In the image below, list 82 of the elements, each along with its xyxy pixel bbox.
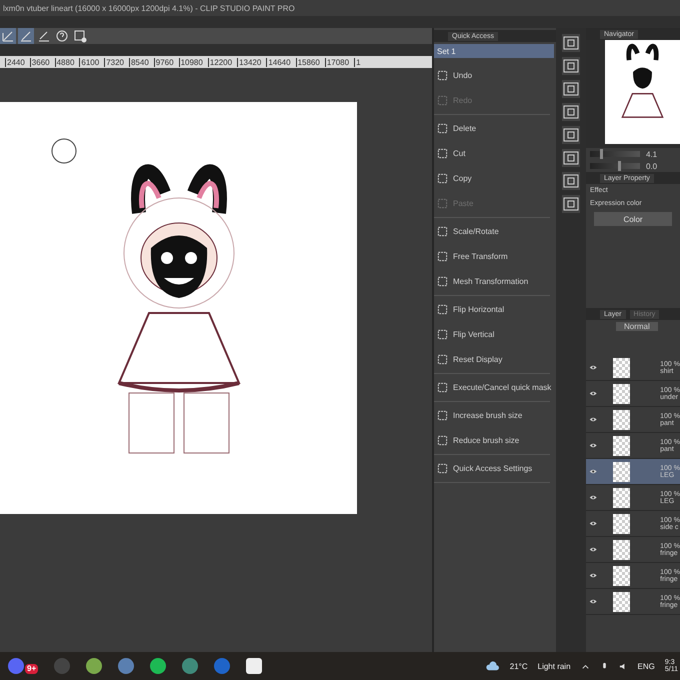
layer-thumbnail xyxy=(613,566,630,586)
set-dropdown[interactable]: Set 1 xyxy=(434,44,554,58)
eye-icon[interactable] xyxy=(589,598,598,605)
color-button[interactable]: Color xyxy=(594,212,672,226)
command-icon xyxy=(437,410,448,421)
notification-badge: 9+ xyxy=(25,664,38,674)
eye-icon[interactable] xyxy=(589,468,598,475)
quick-access-item[interactable]: Reduce brush size xyxy=(434,428,550,453)
quick-access-item[interactable]: Mesh Transformation xyxy=(434,269,550,294)
ruler-label: 6100 xyxy=(79,58,100,66)
quick-access-item[interactable]: Reset Display xyxy=(434,347,550,372)
rotation-slider-thumb[interactable] xyxy=(618,161,620,171)
quick-access-item[interactable]: Copy xyxy=(434,166,550,191)
blend-mode-dropdown[interactable]: Normal xyxy=(616,322,658,331)
ruler-label: 3660 xyxy=(30,58,50,66)
layer-thumbnail xyxy=(613,462,630,482)
ruler-label: 1 xyxy=(354,58,361,66)
eye-icon[interactable] xyxy=(589,494,598,501)
ruler-label: 15860 xyxy=(296,58,320,66)
command-icon xyxy=(437,198,448,209)
eye-icon[interactable] xyxy=(589,572,598,579)
quick-access-item[interactable]: Undo xyxy=(434,63,550,88)
quick-access-item[interactable]: Flip Vertical xyxy=(434,322,550,347)
eye-icon[interactable] xyxy=(589,546,598,553)
cloud-icon xyxy=(486,661,500,671)
ruler-label: 7320 xyxy=(104,58,124,66)
command-icon xyxy=(437,435,448,446)
command-icon xyxy=(437,382,448,393)
ruler-label: 14640 xyxy=(266,58,291,66)
layer-thumbnail xyxy=(613,488,630,508)
command-icon xyxy=(437,123,448,134)
rotation-value: 0.0 xyxy=(646,162,658,170)
command-icon xyxy=(437,173,448,184)
layer-thumbnail xyxy=(613,358,630,378)
quick-access-item[interactable]: Execute/Cancel quick mask xyxy=(434,375,550,400)
eye-icon[interactable] xyxy=(589,442,598,449)
ruler-label: 9760 xyxy=(154,58,174,66)
command-icon xyxy=(437,251,448,262)
ruler-label: 13420 xyxy=(237,58,262,66)
command-icon xyxy=(437,329,448,340)
pen-tool-icon[interactable] xyxy=(18,28,34,44)
command-icon xyxy=(437,354,448,365)
layer-thumbnail xyxy=(613,436,630,456)
new-canvas-icon[interactable] xyxy=(72,28,88,44)
command-icon xyxy=(437,148,448,159)
quick-access-item[interactable]: Increase brush size xyxy=(434,403,550,428)
quick-access-item[interactable]: Flip Horizontal xyxy=(434,297,550,322)
language-indicator[interactable]: ENG xyxy=(638,662,655,670)
ruler-label: 8540 xyxy=(128,58,149,66)
quick-access-item[interactable]: Cut xyxy=(434,141,550,166)
layer-thumbnail xyxy=(613,514,630,534)
quick-access-item[interactable]: Scale/Rotate xyxy=(434,219,550,244)
window-title: lxm0n vtuber lineart (16000 x 16000px 1200dpi 4.1%) - CLIP STUDIO PAINT PRO xyxy=(3,4,295,12)
eye-icon[interactable] xyxy=(589,390,598,397)
brush-cursor-icon xyxy=(51,138,77,164)
zoom-slider-thumb[interactable] xyxy=(600,149,603,159)
quick-access-item[interactable]: Quick Access Settings xyxy=(434,456,550,481)
command-icon xyxy=(437,95,448,106)
pen-tool-icon[interactable] xyxy=(0,28,16,44)
help-icon[interactable] xyxy=(54,28,70,44)
ruler-label: 10980 xyxy=(178,58,203,66)
layer-thumbnail xyxy=(613,410,630,430)
eye-icon[interactable] xyxy=(589,364,598,371)
command-icon xyxy=(437,304,448,315)
zoom-value: 4.1 xyxy=(646,150,658,158)
ruler-label: 17080 xyxy=(324,58,350,66)
eye-icon[interactable] xyxy=(589,416,598,423)
ruler-label: 12200 xyxy=(208,58,232,66)
layer-thumbnail xyxy=(613,592,630,612)
command-icon xyxy=(437,276,448,287)
command-icon xyxy=(437,70,448,81)
layer-thumbnail xyxy=(613,540,630,560)
quick-access-item[interactable]: Delete xyxy=(434,116,550,141)
ruler-label: 4880 xyxy=(54,58,74,66)
command-icon xyxy=(437,463,448,474)
layer-thumbnail xyxy=(613,384,630,404)
temperature: 21°C xyxy=(510,662,528,670)
command-icon xyxy=(437,226,448,237)
eye-icon[interactable] xyxy=(589,520,598,527)
ruler-label: 2440 xyxy=(5,58,25,66)
weather-text: Light rain xyxy=(538,662,571,670)
quick-access-item[interactable]: Free Transform xyxy=(434,244,550,269)
